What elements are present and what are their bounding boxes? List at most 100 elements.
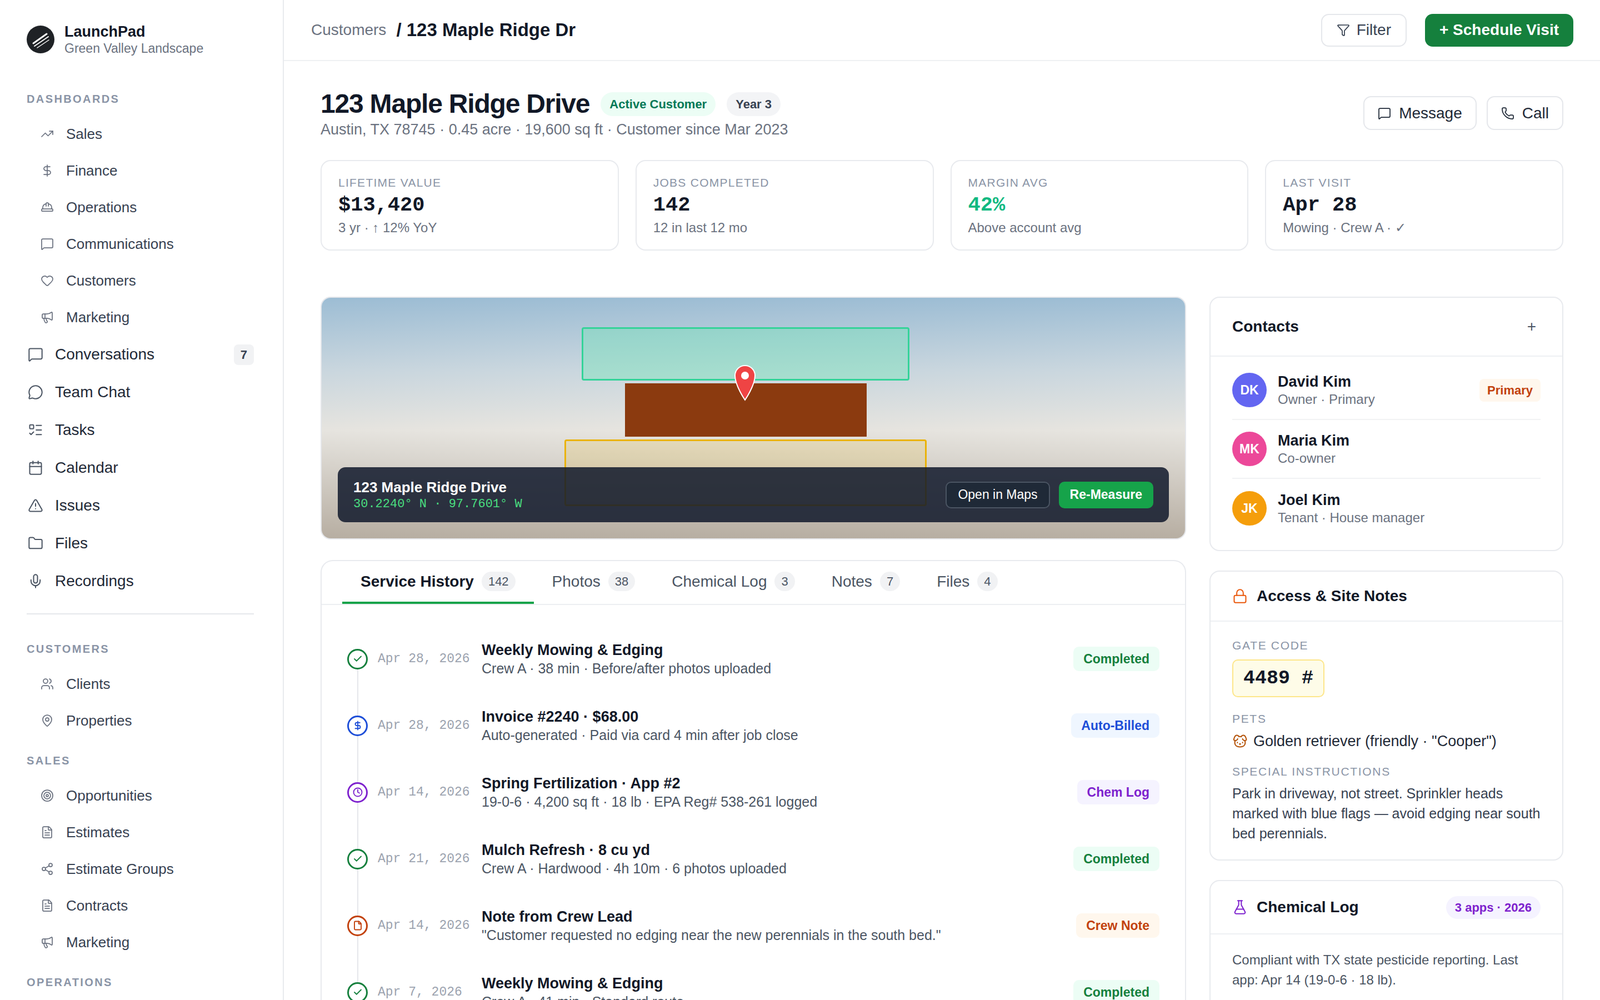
chemical-log-card: Chemical Log 3 apps · 2026 Compliant with … xyxy=(1209,880,1564,1000)
brand-name: LaunchPad xyxy=(64,22,204,41)
history-detail: Crew A · 38 min · Before/after photos up… xyxy=(481,659,1074,678)
sidebar-section-label: CUSTOMERS xyxy=(26,637,254,660)
breadcrumb: Customers/ 123 Maple Ridge Dr xyxy=(311,16,576,44)
history-date: Apr 28, 2026 xyxy=(377,716,473,736)
history-row[interactable]: Apr 21, 2026Mulch Refresh · 8 cu ydCrew … xyxy=(347,825,1160,893)
sidebar-nav-icon xyxy=(27,535,44,552)
sidebar-nav-item[interactable]: Conversations7 xyxy=(26,335,254,374)
sidebar-item[interactable]: Estimate Groups xyxy=(26,850,254,888)
tab[interactable]: Files4 xyxy=(918,561,1016,604)
history-row[interactable]: Apr 14, 2026Spring Fertilization · App #… xyxy=(347,758,1160,826)
contact-name: Maria Kim xyxy=(1277,431,1541,450)
filter-icon xyxy=(1336,23,1350,37)
tab-count: 38 xyxy=(608,571,635,592)
contact-row[interactable]: DKDavid KimOwner · PrimaryPrimary xyxy=(1232,361,1541,420)
phone-icon xyxy=(1501,106,1515,120)
tab[interactable]: Service History142 xyxy=(342,561,534,604)
contact-avatar: JK xyxy=(1232,491,1267,526)
sidebar-nav-item[interactable]: Calendar xyxy=(26,448,254,487)
history-badge: Auto-Billed xyxy=(1071,713,1160,739)
sidebar-item-icon xyxy=(40,237,54,251)
sidebar-item-icon xyxy=(40,127,54,141)
chemical-log-text: Compliant with TX state pesticide report… xyxy=(1232,950,1541,990)
sidebar-item[interactable]: Sales xyxy=(26,115,254,153)
sidebar-item-icon xyxy=(40,273,54,288)
sidebar-item-icon xyxy=(40,788,54,803)
access-card: Access & Site NotesGATE CODE4489 #PETSGo… xyxy=(1209,570,1564,861)
sidebar-item[interactable]: Marketing xyxy=(26,923,254,961)
tab-bar: Service History142Photos38Chemical Log3N… xyxy=(321,561,1185,605)
contact-row[interactable]: MKMaria KimCo-owner xyxy=(1232,420,1541,479)
tab-count: 7 xyxy=(880,571,900,592)
history-detail: "Customer requested no edging near the n… xyxy=(481,926,1077,944)
tab-count: 3 xyxy=(774,571,795,592)
stat-card: JOBS COMPLETED14212 in last 12 mo xyxy=(635,160,934,251)
sidebar-item[interactable]: Communications xyxy=(26,225,254,263)
schedule-visit-button[interactable]: + Schedule Visit xyxy=(1425,13,1574,47)
sidebar-nav-item[interactable]: Recordings xyxy=(26,562,254,600)
sidebar-nav-item[interactable]: Team Chat xyxy=(26,373,254,412)
history-row[interactable]: Apr 28, 2026Invoice #2240 · $68.00Auto-g… xyxy=(347,692,1160,759)
tab[interactable]: Photos38 xyxy=(533,561,654,604)
stat-value: Apr 28 xyxy=(1282,192,1546,218)
breadcrumb-parent[interactable]: Customers xyxy=(311,18,387,42)
history-list: Apr 28, 2026Weekly Mowing & EdgingCrew A… xyxy=(321,605,1185,1000)
history-row[interactable]: Apr 14, 2026Note from Crew Lead"Customer… xyxy=(347,892,1160,959)
history-detail: Crew A · Hardwood · 4h 10m · 6 photos up… xyxy=(481,859,1074,878)
re-measure-button[interactable]: Re-Measure xyxy=(1058,481,1154,509)
sidebar-nav-icon xyxy=(27,460,44,476)
stat-sub: Above account avg xyxy=(968,219,1232,237)
sidebar-item[interactable]: Customers xyxy=(26,262,254,299)
filter-button[interactable]: Filter xyxy=(1321,13,1407,47)
history-detail: Auto-generated · Paid via card 4 min aft… xyxy=(481,726,1072,744)
history-title: Weekly Mowing & Edging xyxy=(481,973,1074,993)
contact-role: Co-owner xyxy=(1277,450,1541,467)
open-in-maps-button[interactable]: Open in Maps xyxy=(945,481,1050,509)
map-address: 123 Maple Ridge Drive xyxy=(353,477,523,497)
sidebar-section: CUSTOMERS ClientsProperties xyxy=(26,637,254,739)
stat-card: LIFETIME VALUE$13,4203 yr · ↑ 12% YoY xyxy=(320,160,619,251)
history-status-icon xyxy=(347,915,368,937)
sidebar-item[interactable]: Marketing xyxy=(26,298,254,336)
completed-icon xyxy=(352,987,363,998)
sidebar-item[interactable]: Opportunities xyxy=(26,777,254,814)
chemical-log-badge: 3 apps · 2026 xyxy=(1446,896,1541,919)
sidebar-section-label: OPERATIONS xyxy=(26,971,254,994)
chemical-icon xyxy=(352,787,363,798)
history-row[interactable]: Apr 28, 2026Weekly Mowing & EdgingCrew A… xyxy=(347,625,1160,693)
sidebar-item-icon xyxy=(40,200,54,214)
history-status-icon xyxy=(347,782,368,803)
sidebar-nav-item[interactable]: Issues xyxy=(26,486,254,525)
map-info-bar: 123 Maple Ridge Drive30.2240° N · 97.760… xyxy=(337,467,1169,523)
add-contact-button[interactable]: + xyxy=(1522,315,1541,339)
history-date: Apr 7, 2026 xyxy=(377,982,473,1000)
contact-name: David Kim xyxy=(1277,372,1469,392)
action-button[interactable]: Call xyxy=(1486,96,1564,130)
flask-icon xyxy=(1232,899,1248,915)
sidebar-item[interactable]: Operations xyxy=(26,188,254,226)
sidebar-nav-item[interactable]: Files xyxy=(26,524,254,563)
sidebar-item-icon xyxy=(40,825,54,839)
stats-row: LIFETIME VALUE$13,4203 yr · ↑ 12% YoYJOB… xyxy=(320,160,1564,251)
brand[interactable]: LaunchPadGreen Valley Landscape xyxy=(26,0,254,79)
tab[interactable]: Chemical Log3 xyxy=(653,561,813,604)
sidebar-item[interactable]: Estimates xyxy=(26,813,254,851)
history-row[interactable]: Apr 7, 2026Weekly Mowing & EdgingCrew A … xyxy=(347,958,1160,1000)
sidebar-item[interactable]: Contracts xyxy=(26,887,254,924)
contact-row[interactable]: JKJoel KimTenant · House manager xyxy=(1232,478,1541,538)
message-icon xyxy=(1377,106,1392,120)
sidebar-item[interactable]: Finance xyxy=(26,152,254,189)
history-title: Weekly Mowing & Edging xyxy=(481,640,1074,660)
chemical-log-title: Chemical Log xyxy=(1256,895,1359,919)
tab[interactable]: Notes7 xyxy=(813,561,919,604)
sidebar-nav-item[interactable]: Tasks xyxy=(26,411,254,449)
sidebar-divider xyxy=(26,613,254,615)
contacts-title: Contacts xyxy=(1232,315,1299,339)
sidebar-item-icon xyxy=(40,163,54,178)
action-button[interactable]: Message xyxy=(1363,96,1477,130)
sidebar-item[interactable]: Clients xyxy=(26,665,254,703)
sidebar-section-label: SALES xyxy=(26,749,254,772)
sidebar-item[interactable]: Properties xyxy=(26,702,254,739)
sidebar-item-icon xyxy=(40,935,54,949)
history-badge: Completed xyxy=(1073,646,1160,672)
